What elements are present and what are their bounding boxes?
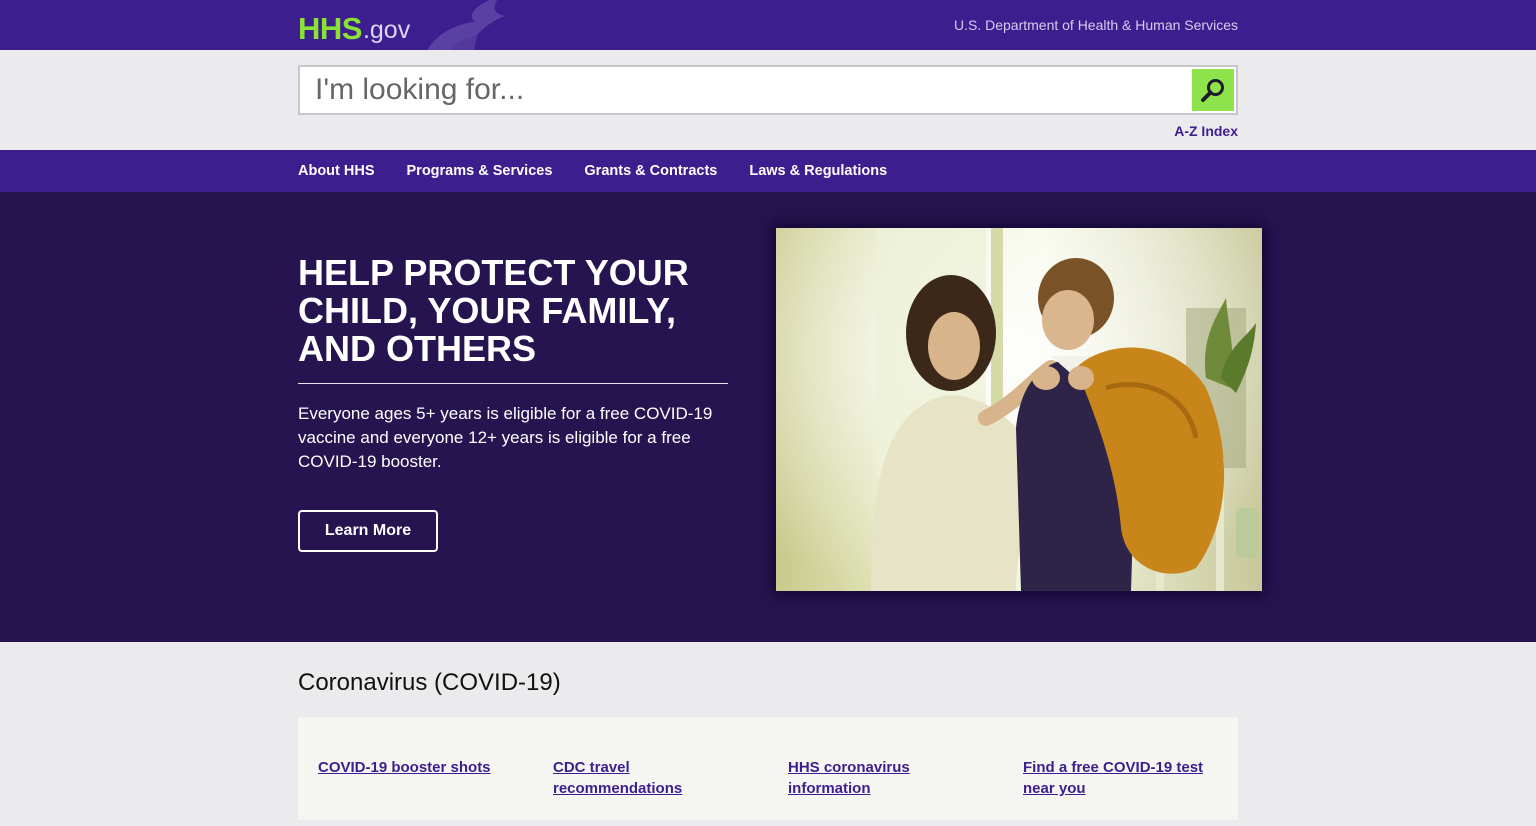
hero-banner: HELP PROTECT YOUR CHILD, YOUR FAMILY, AN… [0,192,1536,642]
coronavirus-links-card: COVID-19 booster shots CDC travel recomm… [298,717,1238,820]
nav-item-about-hhs[interactable]: About HHS [298,163,375,179]
hero-image [776,228,1262,591]
search-input[interactable] [300,67,1186,113]
link-hhs-coronavirus-info[interactable]: HHS coronavirus information [788,757,983,799]
search-area: A-Z Index [0,50,1536,150]
hhs-logo[interactable]: HHS .gov [298,8,410,44]
logo-gov-text: .gov [362,16,411,44]
mother-son-illustration [776,228,1262,591]
main-nav: About HHS Programs & Services Grants & C… [0,150,1536,192]
logo-hhs-text: HHS [298,11,362,46]
search-box [298,65,1238,115]
department-name: U.S. Department of Health & Human Servic… [953,17,1238,33]
hero-title: HELP PROTECT YOUR CHILD, YOUR FAMILY, AN… [298,252,689,369]
hero-text: Everyone ages 5+ years is eligible for a… [298,404,713,471]
learn-more-button[interactable]: Learn More [298,510,438,552]
link-cdc-travel[interactable]: CDC travel recommendations [553,757,748,799]
link-find-covid-test[interactable]: Find a free COVID-19 test near you [1023,757,1218,799]
search-button[interactable] [1192,69,1234,111]
nav-item-grants-contracts[interactable]: Grants & Contracts [584,163,717,179]
nav-item-laws-regulations[interactable]: Laws & Regulations [749,163,887,179]
nav-list: About HHS Programs & Services Grants & C… [298,150,919,192]
coronavirus-heading: Coronavirus (COVID-19) [298,669,561,696]
link-booster-shots[interactable]: COVID-19 booster shots [318,757,513,778]
hero-divider [298,383,728,384]
search-icon [1201,79,1224,102]
coronavirus-section: Coronavirus (COVID-19) COVID-19 booster … [0,642,1536,826]
top-bar: HHS .gov U.S. Department of Health & Hum… [0,0,1536,50]
az-index-link[interactable]: A-Z Index [1174,123,1238,139]
eagle-emblem-icon [427,0,505,50]
nav-item-programs-services[interactable]: Programs & Services [407,163,553,179]
